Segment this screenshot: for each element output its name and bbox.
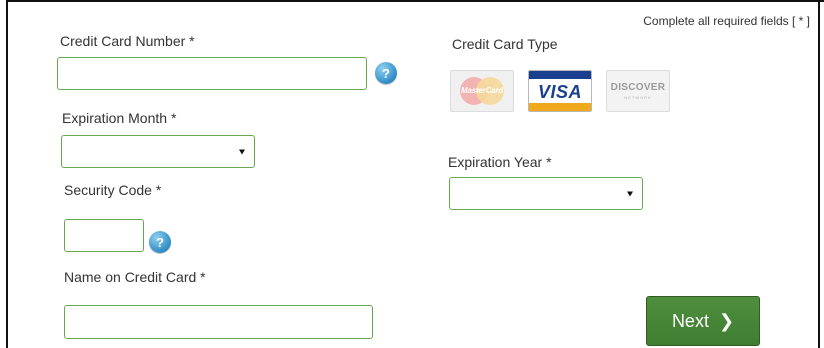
exp-month-select[interactable] bbox=[61, 135, 255, 168]
visa-logo[interactable]: VISA bbox=[528, 70, 592, 112]
visa-top-band bbox=[529, 71, 591, 79]
security-code-label: Security Code * bbox=[64, 182, 162, 198]
card-type-label: Credit Card Type bbox=[452, 36, 558, 52]
visa-bottom-band bbox=[529, 103, 591, 111]
frame-right-border bbox=[818, 0, 820, 348]
security-code-input[interactable] bbox=[64, 219, 144, 252]
security-code-help-icon[interactable]: ? bbox=[149, 231, 171, 253]
discover-text: DISCOVER bbox=[610, 82, 666, 93]
required-fields-note: Complete all required fields [ * ] bbox=[643, 14, 810, 28]
exp-month-label: Expiration Month * bbox=[62, 110, 177, 126]
exp-year-label: Expiration Year * bbox=[448, 154, 552, 170]
card-number-input[interactable] bbox=[57, 57, 367, 90]
next-button[interactable]: Next ❯ bbox=[646, 296, 760, 346]
card-number-label: Credit Card Number * bbox=[60, 33, 195, 49]
discover-logo[interactable]: DISCOVER NETWORK bbox=[606, 70, 670, 112]
visa-text: VISA bbox=[537, 82, 582, 102]
name-on-card-input[interactable] bbox=[64, 305, 373, 339]
exp-year-select[interactable] bbox=[449, 177, 643, 210]
mastercard-logo[interactable]: MasterCard bbox=[450, 70, 514, 112]
name-on-card-label: Name on Credit Card * bbox=[64, 269, 206, 285]
mastercard-text: MasterCard bbox=[460, 86, 504, 95]
frame-top-border bbox=[6, 0, 824, 2]
next-button-label: Next bbox=[671, 310, 709, 331]
discover-network-text: NETWORK bbox=[624, 95, 652, 100]
caret-down-icon bbox=[239, 149, 245, 154]
card-number-help-icon[interactable]: ? bbox=[375, 62, 397, 84]
frame-left-border bbox=[6, 0, 8, 348]
caret-down-icon bbox=[627, 191, 633, 196]
chevron-right-icon: ❯ bbox=[718, 310, 735, 331]
